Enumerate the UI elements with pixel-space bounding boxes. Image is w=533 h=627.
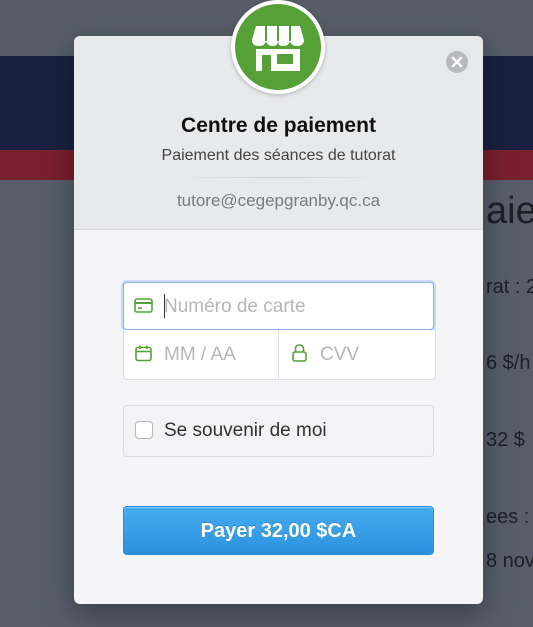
payment-modal: Centre de paiement Paiement des séances … xyxy=(74,0,483,604)
card-number-field[interactable] xyxy=(123,282,434,330)
remember-me-label: Se souvenir de moi xyxy=(164,420,327,441)
text-caret xyxy=(164,294,165,318)
remember-me-option[interactable]: Se souvenir de moi xyxy=(123,405,434,457)
store-icon xyxy=(235,4,321,90)
calendar-icon xyxy=(135,345,152,367)
close-icon[interactable] xyxy=(446,51,468,73)
background-text-line: rat : 2 xyxy=(486,276,533,298)
background-text-line: ees : xyxy=(486,506,530,528)
background-text-line: 8 nov xyxy=(486,550,533,572)
expiry-input[interactable] xyxy=(164,342,269,368)
modal-subtitle: Paiement des séances de tutorat xyxy=(161,147,396,164)
merchant-logo xyxy=(231,0,325,94)
field-divider xyxy=(278,330,279,379)
remember-me-checkbox[interactable] xyxy=(135,421,153,439)
card-number-input[interactable] xyxy=(164,294,424,320)
expiry-cvv-row xyxy=(123,330,436,380)
modal-title: Centre de paiement xyxy=(181,114,376,137)
credit-card-icon xyxy=(134,298,153,318)
user-email: tutore@cegepgranby.qc.ca xyxy=(176,191,381,210)
background-text-line: 32 $ xyxy=(486,429,525,451)
header-divider xyxy=(174,177,383,178)
background-text-line: 6 $/h xyxy=(486,352,531,374)
cvv-input[interactable] xyxy=(320,342,425,368)
background-heading: aie xyxy=(486,190,533,232)
lock-icon xyxy=(292,344,307,367)
pay-button[interactable]: Payer 32,00 $CA xyxy=(123,506,434,555)
